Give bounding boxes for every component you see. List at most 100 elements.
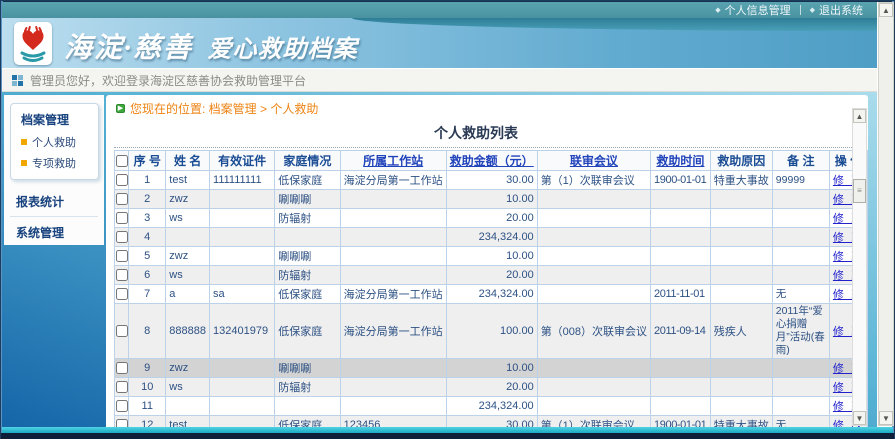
cell-meeting [537,228,650,247]
cell-meeting [537,359,650,378]
select-all-checkbox[interactable] [116,155,128,167]
content-area: 档案管理 个人救助 专项救助 报表统计 系统管理 ▶ 您现在的位置: 档案管理 … [2,92,877,427]
cell-name: zwz [166,190,210,209]
row-checkbox[interactable] [116,325,128,337]
cell-name [166,397,210,416]
cell-amount: 234,324.00 [446,285,537,304]
page-scroll-up-icon[interactable]: ▲ [879,3,893,17]
cell-family [275,397,340,416]
cell-reason [710,247,772,266]
cell-name: ws [166,266,210,285]
cell-amount: 20.00 [446,266,537,285]
cell-amount: 10.00 [446,247,537,266]
row-checkbox[interactable] [116,362,128,374]
table-row: 2 zwz 唰唰唰 10.00 修 改 [115,190,868,209]
cell-name [166,228,210,247]
cell-amount: 100.00 [446,304,537,359]
cell-amount: 30.00 [446,171,537,190]
row-checkbox[interactable] [116,250,128,262]
row-checkbox[interactable] [116,381,128,393]
row-checkbox[interactable] [116,400,128,412]
cell-id [210,359,275,378]
cell-index: 11 [129,397,166,416]
cell-index: 7 [129,285,166,304]
sidebar-section-reports[interactable]: 报表统计 [4,186,104,216]
table-row: 1 test 111111111 低保家庭 海淀分局第一工作站 30.00 第（… [115,171,868,190]
cell-name: ws [166,209,210,228]
cell-station: 123456 [340,416,446,428]
brand-header: 海淀·慈善 爱心救助档案 [2,18,877,68]
table-row: 10 ws 防辐射 20.00 修 改 [115,378,868,397]
cell-id [210,266,275,285]
cell-station: 海淀分局第一工作站 [340,285,446,304]
top-link-profile[interactable]: ◆ 个人信息管理 [715,2,790,18]
sidebar-item-personal-rescue[interactable]: 个人救助 [21,134,98,150]
row-checkbox[interactable] [116,269,128,281]
page-scroll-down-icon[interactable]: ▼ [879,411,893,425]
sidebar-item-label: 专项救助 [32,155,76,171]
row-checkbox[interactable] [116,419,128,427]
table-row: 3 ws 防辐射 20.00 修 改 [115,209,868,228]
row-checkbox[interactable] [116,231,128,243]
bullet-square-icon [21,139,27,145]
table-header-row: 序 号 姓 名 有效证件 家庭情况 所属工作站 救助金额（元） 联审会议 救助时… [115,151,868,171]
cell-amount: 234,324.00 [446,228,537,247]
row-checkbox[interactable] [116,193,128,205]
cell-reason [710,359,772,378]
table-scrollbar-thumb[interactable]: ≡ [853,179,866,203]
diamond-icon: ◆ [810,6,815,14]
cell-amount: 10.00 [446,359,537,378]
sidebar-section-archive[interactable]: 档案管理 [21,111,98,128]
cell-meeting [537,209,650,228]
col-header-meeting[interactable]: 联审会议 [570,154,618,168]
table-row: 9 zwz 唰唰唰 10.00 修 改 [115,359,868,378]
cell-reason [710,266,772,285]
cell-family: 唰唰唰 [275,359,340,378]
table-row: 5 zwz 唰唰唰 10.00 修 改 [115,247,868,266]
col-header-id: 有效证件 [210,151,275,171]
cell-id: 111111111 [210,171,275,190]
cell-date [651,247,711,266]
cell-meeting [537,285,650,304]
col-header-station[interactable]: 所属工作站 [363,154,423,168]
welcome-bar: 管理员您好，欢迎登录海淀区慈善协会救助管理平台 [2,68,877,92]
cell-family: 防辐射 [275,266,340,285]
cell-station [340,209,446,228]
top-bar: ◆ 个人信息管理 ◆ 退出系统 [2,2,877,18]
cell-meeting: 第（1）次联审会议 [537,171,650,190]
cell-note [772,190,829,209]
cell-id [210,209,275,228]
cell-amount: 234,324.00 [446,397,537,416]
cell-name: a [166,285,210,304]
diamond-icon: ◆ [715,6,720,14]
top-links-divider [800,5,801,15]
scroll-down-icon[interactable]: ▼ [853,411,866,425]
row-checkbox[interactable] [116,174,128,186]
cell-family: 唰唰唰 [275,190,340,209]
cell-meeting [537,397,650,416]
row-checkbox[interactable] [116,212,128,224]
col-header-note: 备 注 [772,151,829,171]
cell-index: 12 [129,416,166,428]
sidebar: 档案管理 个人救助 专项救助 报表统计 系统管理 [4,95,104,245]
col-header-date[interactable]: 救助时间 [656,154,704,168]
cell-date [651,228,711,247]
cell-date: 2011-11-01 [651,285,711,304]
table-scrollbar[interactable]: ▲ ≡ ▼ [852,108,867,426]
scroll-up-icon[interactable]: ▲ [853,109,866,123]
top-link-logout[interactable]: ◆ 退出系统 [810,2,863,18]
page-scrollbar[interactable]: ▲ ▼ [878,2,894,426]
cell-name: test [166,171,210,190]
table-row: 11 234,324.00 修 改 [115,397,868,416]
sidebar-section-system[interactable]: 系统管理 [4,217,104,247]
cell-note [772,228,829,247]
cell-family: 低保家庭 [275,304,340,359]
col-header-name: 姓 名 [166,151,210,171]
sidebar-item-special-rescue[interactable]: 专项救助 [21,155,98,171]
col-header-amount[interactable]: 救助金额（元） [450,154,534,168]
rescue-table: 序 号 姓 名 有效证件 家庭情况 所属工作站 救助金额（元） 联审会议 救助时… [114,150,868,427]
cell-station [340,378,446,397]
cell-name: zwz [166,359,210,378]
row-checkbox[interactable] [116,288,128,300]
cell-reason: 特重大事故 [710,171,772,190]
